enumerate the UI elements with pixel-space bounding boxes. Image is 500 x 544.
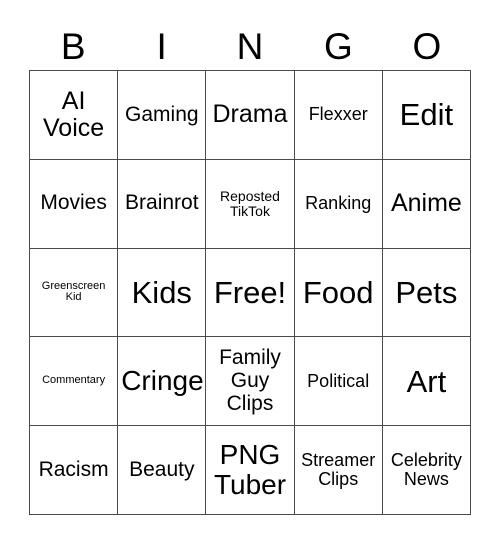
header-letter-o: O xyxy=(412,25,442,67)
header-letter-g: G xyxy=(324,25,353,67)
bingo-cell-label: Cringe xyxy=(121,365,204,397)
bingo-cell-r3c2[interactable]: Kids xyxy=(118,248,207,338)
bingo-cell-label: Family Guy Clips xyxy=(219,346,281,415)
bingo-cell-label: Drama xyxy=(212,100,288,129)
bingo-cell-label: Ranking xyxy=(305,192,372,213)
bingo-grid: AI Voice Gaming Drama Flexxer Edit Movies Brai… xyxy=(29,70,471,515)
bingo-cell-r3c1[interactable]: Greenscreen Kid xyxy=(30,248,119,338)
bingo-cell-label: Celebrity News xyxy=(390,449,462,490)
bingo-cell-r1c1[interactable]: AI Voice xyxy=(30,71,119,160)
bingo-cell-r2c2[interactable]: Brainrot xyxy=(118,159,207,249)
bingo-cell-label: Pets xyxy=(395,274,458,310)
bingo-cell-label: Streamer Clips xyxy=(301,449,376,490)
bingo-cell-label: PNG Tuber xyxy=(213,438,287,501)
bingo-cell-label: Movies xyxy=(40,191,107,215)
bingo-cell-r3c3[interactable]: Free! xyxy=(206,248,295,338)
bingo-cell-label: Reposted TikTok xyxy=(220,187,280,219)
bingo-cell-r1c3[interactable]: Drama xyxy=(206,71,295,160)
bingo-cell-r2c4[interactable]: Ranking xyxy=(294,159,383,249)
bingo-cell-r4c1[interactable]: Commentary xyxy=(30,337,119,427)
bingo-cell-r3c4[interactable]: Food xyxy=(294,248,383,338)
bingo-cell-r2c3[interactable]: Reposted TikTok xyxy=(206,159,295,249)
bingo-cell-r4c4[interactable]: Political xyxy=(294,337,383,427)
bingo-cell-label: Commentary xyxy=(42,374,106,387)
bingo-cell-label: Flexxer xyxy=(308,104,368,125)
header-letter-i: I xyxy=(156,25,167,67)
bingo-cell-label: Beauty xyxy=(129,457,195,481)
header-letter-b: B xyxy=(60,25,86,67)
bingo-cell-r5c5[interactable]: Celebrity News xyxy=(382,426,471,515)
bingo-cell-r5c1[interactable]: Racism xyxy=(30,426,119,515)
bingo-cell-r1c2[interactable]: Gaming xyxy=(118,71,207,160)
bingo-cell-label: Edit xyxy=(399,97,454,133)
bingo-cell-r2c5[interactable]: Anime xyxy=(382,159,471,249)
bingo-card: B I N G O AI Voice Gaming Drama Flexxer Edit… xyxy=(0,0,500,544)
bingo-cell-r5c3[interactable]: PNG Tuber xyxy=(206,426,295,515)
bingo-cell-r1c4[interactable]: Flexxer xyxy=(294,71,383,160)
bingo-cell-label: Kids xyxy=(131,274,192,310)
bingo-cell-label: Food xyxy=(302,274,374,310)
bingo-cell-label: Art xyxy=(406,363,447,399)
bingo-cell-label: Anime xyxy=(390,189,462,218)
bingo-cell-r2c1[interactable]: Movies xyxy=(30,159,119,249)
header-letter-n: N xyxy=(236,25,264,67)
bingo-cell-r5c4[interactable]: Streamer Clips xyxy=(294,426,383,515)
bingo-cell-r4c2[interactable]: Cringe xyxy=(118,337,207,427)
bingo-cell-r3c5[interactable]: Pets xyxy=(382,248,471,338)
bingo-cell-label: Free! xyxy=(213,274,287,310)
bingo-cell-label: Brainrot xyxy=(125,191,199,215)
bingo-cell-label: Political xyxy=(307,370,370,391)
bingo-cell-label: Racism xyxy=(38,457,109,481)
bingo-header-row: B I N G O xyxy=(29,22,471,70)
bingo-cell-r4c5[interactable]: Art xyxy=(382,337,471,427)
bingo-cell-label: AI Voice xyxy=(43,86,105,142)
bingo-cell-label: Greenscreen Kid xyxy=(41,279,106,304)
bingo-cell-r4c3[interactable]: Family Guy Clips xyxy=(206,337,295,427)
bingo-cell-label: Gaming xyxy=(125,102,199,126)
bingo-cell-r5c2[interactable]: Beauty xyxy=(118,426,207,515)
bingo-cell-r1c5[interactable]: Edit xyxy=(382,71,471,160)
